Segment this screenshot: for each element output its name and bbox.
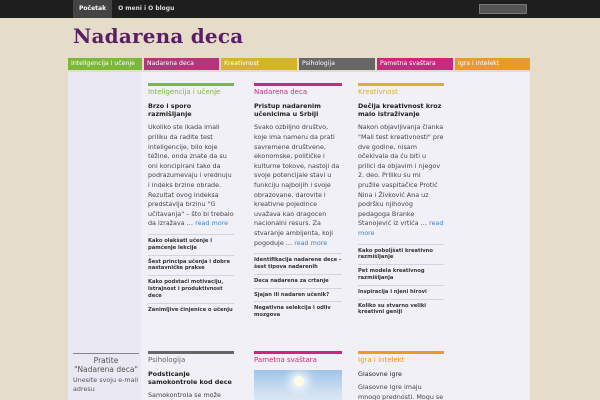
column-heading[interactable]: Psihologija [148,351,234,366]
column-heading[interactable]: Inteligencija i učenje [148,83,234,98]
list-item[interactable]: Inspiracija i njeni hirovi [358,284,444,299]
list-item[interactable]: Kako podstaći motivaciju, istrajnost i p… [148,275,234,302]
post-title[interactable]: Podsticanje samokontrole kod dece [148,370,234,386]
list-item[interactable]: Negativna selekcija i odliv mozgova [254,301,342,322]
column-heading[interactable]: Kreativnost [358,83,444,98]
category-tab-kreativnost[interactable]: Kreativnost [221,58,297,70]
related-posts-list: Kako olakšati učenje i pamćenje lekcije … [148,233,234,317]
post-excerpt: Glasovne igre imaju mnogo prednosti. Mog… [358,383,444,400]
list-item[interactable]: Kako olakšati učenje i pamćenje lekcije [148,233,234,255]
main-content: Inteligencija i učenje Brzo i sporo razm… [68,72,530,400]
category-nav: Inteligencija i učenje Nadarena deca Kre… [68,58,530,70]
category-tab-pametna-svastara[interactable]: Pametna svaštara [377,58,453,70]
category-tab-igra-i-intelekt[interactable]: Igra i intelekt [455,58,530,70]
site-title[interactable]: Nadarena deca [73,24,243,48]
follow-heading: Pratite "Nadarena deca" [73,353,139,374]
follow-widget: Pratite "Nadarena deca" Unesite svoju e-… [73,353,139,394]
nav-home-link[interactable]: Početak [73,0,113,18]
column-kreativnost: Kreativnost Dečija kreativnost kroz malo… [358,83,444,319]
column-pametna-svastara: Pametna svaštara [254,351,342,400]
column-psihologija: Psihologija Podsticanje samokontrole kod… [148,351,234,400]
follow-text: Unesite svoju e-mail adresu [73,376,139,393]
post-thumbnail[interactable] [254,370,342,400]
read-more-link[interactable]: read more [195,219,228,227]
list-item[interactable]: Zanimljive činjenice o učenju [148,302,234,317]
column-heading[interactable]: Nadarena deca [254,83,342,98]
list-item[interactable]: Sjajan ili nadaren učenik? [254,287,342,302]
related-posts-list: Kako pobolјšati kreativno razmišljanje P… [358,243,444,320]
post-excerpt: Nakon objavljivanja članka "Mali test kr… [358,123,444,237]
category-tab-inteligencija[interactable]: Inteligencija i učenje [68,58,142,70]
related-posts-list: Identifikacija nadarene dece – šest tipo… [254,253,342,322]
list-item[interactable]: Šest principa učenja i dobre nastavničke… [148,254,234,276]
category-tab-nadarena-deca[interactable]: Nadarena deca [144,58,219,70]
column-heading[interactable]: Igra i intelekt [358,351,444,366]
post-title[interactable]: Brzo i sporo razmišljanje [148,102,234,118]
post-excerpt: Samokontrola se može [148,391,221,400]
post-title[interactable]: Pristup nadarenim učenicima u Srbiji [254,102,342,118]
left-sidebar [68,72,141,400]
nav-about-link[interactable]: O meni i O blogu [112,0,180,18]
search-input[interactable] [479,4,527,14]
top-nav: Početak O meni i O blogu [73,0,180,18]
post-title[interactable]: Glasovne igre [358,370,444,378]
column-inteligencija: Inteligencija i učenje Brzo i sporo razm… [148,83,234,316]
list-item[interactable]: Identifikacija nadarene dece – šest tipo… [254,253,342,274]
post-title[interactable]: Dečija kreativnost kroz malo istraživanj… [358,102,444,118]
column-heading[interactable]: Pametna svaštara [254,351,342,366]
post-excerpt: Ukoliko ste ikada imali priliku da radit… [148,123,234,228]
list-item[interactable]: Koliko su stvarno veliki kreativni genij… [358,298,444,320]
list-item[interactable]: Kako pobolјšati kreativno razmišljanje [358,243,444,265]
column-nadarena-deca: Nadarena deca Pristup nadarenim učenicim… [254,83,342,322]
column-igra-i-intelekt: Igra i intelekt Glasovne igre Glasovne i… [358,351,444,400]
category-tab-psihologija[interactable]: Psihologija [299,58,375,70]
post-excerpt: Svako ozbiljno društvo, koje ima nameru … [254,123,340,247]
list-item[interactable]: Deca nadarena za crtanje [254,273,342,288]
list-item[interactable]: Pet modela kreativnog razmišljanja [358,264,444,285]
read-more-link[interactable]: read more [294,239,327,247]
